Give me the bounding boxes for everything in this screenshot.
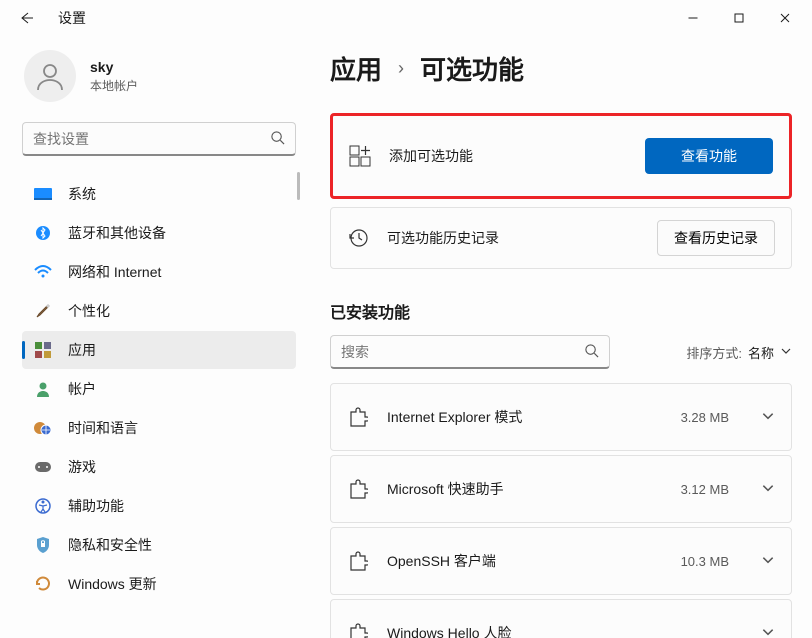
window-title: 设置 — [58, 8, 86, 28]
sort-value: 名称 — [748, 343, 774, 362]
feature-item[interactable]: Internet Explorer 模式 3.28 MB — [330, 383, 792, 451]
card-label: 添加可选功能 — [389, 146, 627, 166]
bluetooth-icon — [34, 224, 52, 242]
maximize-button[interactable] — [716, 0, 762, 36]
feature-size: 10.3 MB — [681, 554, 729, 569]
search-input[interactable] — [33, 131, 270, 147]
apps-icon — [34, 341, 52, 359]
wifi-icon — [34, 263, 52, 281]
back-button[interactable] — [12, 10, 40, 26]
feature-name: Microsoft 快速助手 — [387, 479, 663, 499]
chevron-down-icon — [780, 345, 792, 360]
nav-label: 系统 — [68, 184, 96, 204]
user-profile[interactable]: sky 本地帐户 — [20, 36, 302, 120]
add-tile-icon — [349, 145, 371, 167]
chevron-down-icon — [761, 409, 775, 426]
window-titlebar: 设置 — [0, 0, 812, 36]
person-icon — [34, 380, 52, 398]
feature-name: Windows Hello 人脸 — [387, 623, 711, 638]
nav-label: 个性化 — [68, 301, 110, 321]
sidebar-nav: 系统 蓝牙和其他设备 网络和 Internet 个性化 — [20, 170, 302, 638]
feature-search[interactable] — [330, 335, 610, 369]
puzzle-icon — [347, 550, 369, 572]
breadcrumb-current: 可选功能 — [420, 50, 524, 87]
installed-feature-list: Internet Explorer 模式 3.28 MB Microsoft 快… — [330, 383, 792, 638]
scrollbar[interactable] — [297, 172, 300, 200]
nav-label: 帐户 — [68, 379, 96, 399]
sort-dropdown[interactable]: 排序方式: 名称 — [686, 343, 792, 362]
paintbrush-icon — [34, 302, 52, 320]
view-history-button[interactable]: 查看历史记录 — [657, 220, 775, 256]
chevron-down-icon — [761, 481, 775, 498]
nav-label: 游戏 — [68, 457, 96, 477]
feature-item[interactable]: Windows Hello 人脸 — [330, 599, 792, 638]
chevron-right-icon: › — [398, 58, 404, 79]
nav-label: 网络和 Internet — [68, 262, 161, 282]
feature-name: Internet Explorer 模式 — [387, 407, 663, 427]
sidebar-item-accounts[interactable]: 帐户 — [22, 370, 296, 408]
puzzle-icon — [347, 406, 369, 428]
nav-label: 蓝牙和其他设备 — [68, 223, 166, 243]
shield-icon — [34, 536, 52, 554]
feature-size: 3.28 MB — [681, 410, 729, 425]
sidebar-item-network[interactable]: 网络和 Internet — [22, 253, 296, 291]
chevron-down-icon — [761, 553, 775, 570]
add-optional-feature-card: 添加可选功能 查看功能 — [330, 113, 792, 199]
main-content: 应用 › 可选功能 添加可选功能 查看功能 可选功能历史记录 查看历史记录 已安… — [310, 36, 812, 638]
chevron-down-icon — [761, 625, 775, 638]
nav-label: 隐私和安全性 — [68, 535, 152, 555]
history-icon — [347, 227, 369, 249]
sidebar-item-apps[interactable]: 应用 — [22, 331, 296, 369]
sidebar-item-bluetooth[interactable]: 蓝牙和其他设备 — [22, 214, 296, 252]
breadcrumb-parent[interactable]: 应用 — [330, 50, 382, 87]
update-icon — [34, 575, 52, 593]
search-icon — [584, 343, 599, 361]
avatar — [24, 50, 76, 102]
sort-prefix: 排序方式: — [686, 343, 742, 362]
sidebar-item-gaming[interactable]: 游戏 — [22, 448, 296, 486]
feature-item[interactable]: OpenSSH 客户端 10.3 MB — [330, 527, 792, 595]
gamepad-icon — [34, 458, 52, 476]
feature-item[interactable]: Microsoft 快速助手 3.12 MB — [330, 455, 792, 523]
feature-size: 3.12 MB — [681, 482, 729, 497]
feature-search-input[interactable] — [341, 344, 584, 360]
minimize-button[interactable] — [670, 0, 716, 36]
installed-section-title: 已安装功能 — [330, 299, 792, 323]
nav-label: Windows 更新 — [68, 574, 157, 594]
search-icon — [270, 130, 285, 148]
card-label: 可选功能历史记录 — [387, 228, 639, 248]
nav-label: 辅助功能 — [68, 496, 124, 516]
user-name: sky — [90, 59, 138, 75]
feature-name: OpenSSH 客户端 — [387, 551, 663, 571]
breadcrumb: 应用 › 可选功能 — [330, 50, 792, 87]
sidebar-item-time-language[interactable]: 时间和语言 — [22, 409, 296, 447]
sidebar-search[interactable] — [22, 122, 296, 156]
puzzle-icon — [347, 622, 369, 638]
nav-label: 应用 — [68, 340, 96, 360]
sidebar-item-privacy[interactable]: 隐私和安全性 — [22, 526, 296, 564]
sidebar-item-personalization[interactable]: 个性化 — [22, 292, 296, 330]
user-subtitle: 本地帐户 — [90, 77, 138, 94]
feature-history-card: 可选功能历史记录 查看历史记录 — [330, 207, 792, 269]
sidebar-item-system[interactable]: 系统 — [22, 175, 296, 213]
close-button[interactable] — [762, 0, 808, 36]
clock-globe-icon — [34, 419, 52, 437]
system-icon — [34, 185, 52, 203]
sidebar: sky 本地帐户 系统 蓝牙和其他设备 — [0, 36, 310, 638]
view-features-button[interactable]: 查看功能 — [645, 138, 773, 174]
puzzle-icon — [347, 478, 369, 500]
nav-label: 时间和语言 — [68, 418, 138, 438]
accessibility-icon — [34, 497, 52, 515]
sidebar-item-accessibility[interactable]: 辅助功能 — [22, 487, 296, 525]
sidebar-item-update[interactable]: Windows 更新 — [22, 565, 296, 603]
